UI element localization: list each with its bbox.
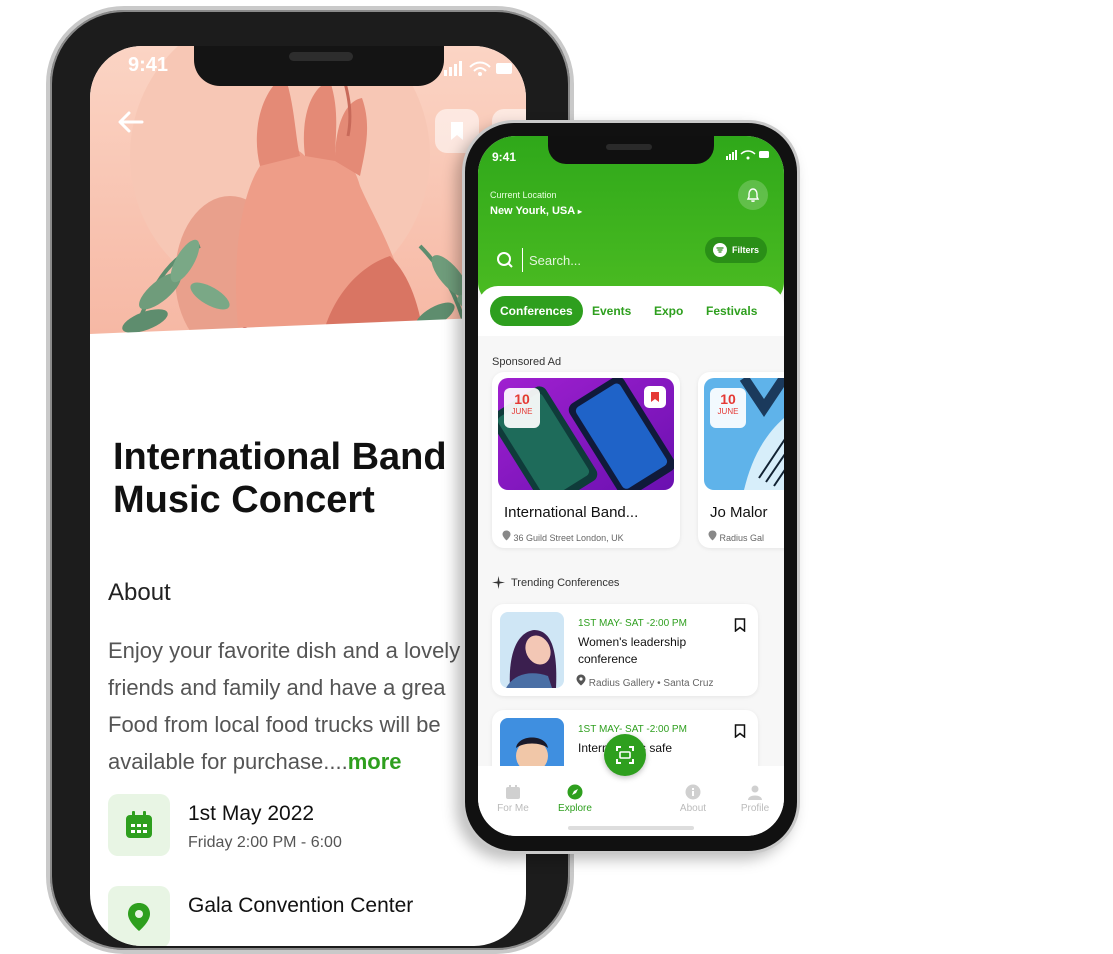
search-icon: [497, 252, 513, 268]
current-location-value[interactable]: New Yourk, USA ▸: [490, 205, 582, 217]
location-pin-icon: [502, 530, 511, 541]
ad-date-badge: 10 JUNE: [710, 388, 746, 428]
chevron-right-icon: ▸: [577, 207, 582, 216]
ad-address: 36 Guild Street London, UK: [502, 530, 624, 543]
ad-date-badge: 10 JUNE: [504, 388, 540, 428]
event-venue-row: Gala Convention Center: [108, 886, 413, 946]
trending-date: 1ST MAY- SAT -2:00 PM: [578, 618, 687, 629]
event-date: 1st May 2022: [188, 802, 315, 825]
calendar-icon: [506, 785, 520, 799]
sponsored-ad-card[interactable]: 10 JUNE Jo Malor Radius Gal: [698, 372, 784, 548]
tab-conferences[interactable]: Conferences: [490, 296, 583, 326]
search-input[interactable]: [522, 248, 681, 272]
ad-address: Radius Gal: [708, 530, 764, 543]
bookmark-icon: [651, 392, 659, 402]
sponsored-ad-label: Sponsored Ad: [492, 356, 562, 368]
ad-title: Jo Malor: [710, 504, 768, 521]
current-location-label: Current Location: [490, 190, 557, 200]
filters-button[interactable]: Filters: [705, 237, 767, 263]
info-icon: [685, 784, 701, 800]
ad-title: International Band...: [504, 504, 639, 521]
bookmark-button[interactable]: [734, 724, 746, 743]
nav-about[interactable]: About: [668, 784, 718, 814]
bell-icon: [746, 188, 760, 202]
category-tabs: Conferences Events Expo Festivals: [478, 286, 784, 336]
back-arrow-icon[interactable]: [118, 106, 144, 138]
bookmark-icon: [451, 122, 463, 140]
trending-title: Intern al kids safe: [578, 741, 673, 755]
hands-illustration: [90, 46, 526, 346]
person-icon: [748, 785, 762, 800]
bookmark-icon: [734, 618, 746, 633]
event-date-row: 1st May 2022 Friday 2:00 PM - 6:00: [108, 794, 342, 856]
trending-card[interactable]: 1ST MAY- SAT -2:00 PM Women's leadership…: [492, 604, 758, 696]
status-time: 9:41: [492, 150, 517, 164]
bookmark-button[interactable]: [734, 618, 746, 637]
notch: [194, 46, 444, 86]
event-venue: Gala Convention Center: [188, 894, 414, 917]
status-time: 9:41: [128, 54, 169, 76]
scan-icon: [616, 746, 634, 764]
filter-icon: [712, 243, 727, 257]
status-icons: [444, 60, 514, 81]
location-pin-icon: [708, 530, 717, 541]
calendar-icon: [108, 794, 170, 856]
scan-button[interactable]: [604, 734, 646, 776]
trending-title: Women's leadership conference: [578, 635, 687, 666]
notch: [548, 136, 714, 164]
about-heading: About: [108, 579, 171, 606]
notification-button[interactable]: [738, 180, 768, 210]
tab-expo[interactable]: Expo: [644, 296, 693, 326]
more-link[interactable]: more: [348, 749, 402, 774]
ad-bookmark-button[interactable]: [644, 386, 666, 408]
nav-explore[interactable]: Explore: [550, 784, 600, 814]
ad-image: 10 JUNE: [498, 378, 674, 490]
sponsored-ad-card[interactable]: 10 JUNE International Band... 36 Guild S…: [492, 372, 680, 548]
nav-for-me[interactable]: For Me: [488, 784, 538, 814]
home-indicator: [568, 826, 694, 830]
sparkle-icon: [492, 576, 505, 589]
explore-screen: 9:41 Current Location New Yourk, USA ▸ F…: [478, 136, 784, 836]
tab-festivals[interactable]: Festivals: [696, 296, 767, 326]
trending-date: 1ST MAY- SAT -2:00 PM: [578, 724, 687, 735]
trending-image: [500, 612, 564, 688]
location-pin-icon: [576, 674, 586, 686]
phone-frame-explore: 9:41 Current Location New Yourk, USA ▸ F…: [462, 120, 800, 854]
event-detail-screen: 9:41 International Band Music Concert Ab…: [90, 46, 526, 946]
tab-events[interactable]: Events: [582, 296, 641, 326]
event-time: Friday 2:00 PM - 6:00: [188, 834, 342, 851]
nav-profile[interactable]: Profile: [730, 784, 780, 814]
trending-label: Trending Conferences: [492, 576, 619, 589]
bookmark-icon: [734, 724, 746, 739]
status-icons: [726, 149, 770, 163]
location-pin-icon: [108, 886, 170, 946]
ad-image: 10 JUNE: [704, 378, 784, 490]
trending-location: Radius Gallery • Santa Cruz: [576, 674, 713, 689]
compass-icon: [567, 784, 583, 800]
event-hero-illustration: [90, 46, 526, 346]
